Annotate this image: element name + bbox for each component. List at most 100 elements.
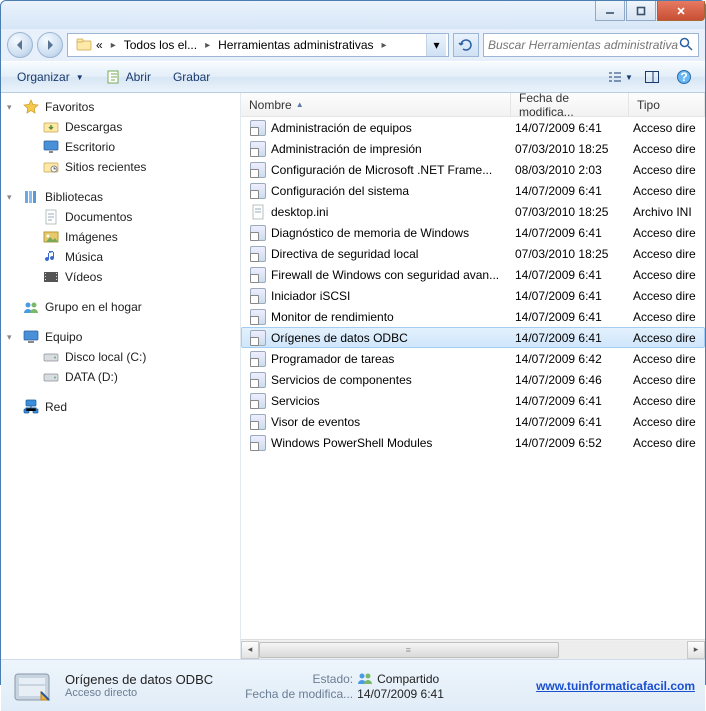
file-row[interactable]: Configuración del sistema14/07/2009 6:41… — [241, 180, 705, 201]
music-icon — [43, 249, 59, 265]
folder-icon — [76, 37, 92, 53]
preview-pane-button[interactable] — [639, 66, 665, 88]
disk-icon — [43, 369, 59, 385]
search-input[interactable] — [488, 38, 678, 52]
nav-favorites[interactable]: ▾Favoritos — [1, 97, 240, 117]
file-row[interactable]: Programador de tareas14/07/2009 6:42Acce… — [241, 348, 705, 369]
burn-button[interactable]: Grabar — [165, 67, 218, 87]
file-row[interactable]: Orígenes de datos ODBC14/07/2009 6:41Acc… — [241, 327, 705, 348]
address-dropdown[interactable]: ▾ — [426, 34, 446, 56]
file-row[interactable]: Directiva de seguridad local07/03/2010 1… — [241, 243, 705, 264]
file-row[interactable]: Administración de impresión07/03/2010 18… — [241, 138, 705, 159]
nav-documents[interactable]: Documentos — [1, 207, 240, 227]
explorer-window: « ▸ Todos los el... ▸ Herramientas admin… — [0, 0, 706, 685]
horizontal-scrollbar[interactable]: ◂ ≡ ▸ — [241, 639, 705, 659]
scroll-right-button[interactable]: ▸ — [687, 641, 705, 659]
file-date: 07/03/2010 18:25 — [515, 205, 633, 219]
column-date[interactable]: Fecha de modifica... — [511, 93, 629, 116]
file-icon — [249, 288, 267, 304]
open-button[interactable]: Abrir — [98, 66, 159, 88]
back-button[interactable] — [7, 32, 33, 58]
nav-desktop[interactable]: Escritorio — [1, 137, 240, 157]
file-type: Acceso dire — [633, 268, 705, 282]
scroll-track[interactable]: ≡ — [259, 641, 687, 659]
collapse-icon: ▾ — [7, 332, 12, 343]
collapse-icon: ▾ — [7, 192, 12, 203]
forward-button[interactable] — [37, 32, 63, 58]
chevron-down-icon: ▼ — [76, 73, 84, 82]
watermark-link[interactable]: www.tuinformaticafacil.com — [536, 679, 695, 693]
file-date: 14/07/2009 6:42 — [515, 352, 633, 366]
video-icon — [43, 269, 59, 285]
refresh-button[interactable] — [453, 33, 479, 57]
file-row[interactable]: Iniciador iSCSI14/07/2009 6:41Acceso dir… — [241, 285, 705, 306]
nav-downloads[interactable]: Descargas — [1, 117, 240, 137]
computer-icon — [23, 329, 39, 345]
file-type: Acceso dire — [633, 352, 705, 366]
organize-menu[interactable]: Organizar▼ — [9, 67, 92, 87]
file-date: 07/03/2010 18:25 — [515, 142, 633, 156]
file-type: Acceso dire — [633, 226, 705, 240]
column-name[interactable]: Nombre▲ — [241, 93, 511, 116]
nav-network[interactable]: Red — [1, 397, 240, 417]
file-row[interactable]: Visor de eventos14/07/2009 6:41Acceso di… — [241, 411, 705, 432]
file-name: Servicios — [271, 394, 515, 408]
nav-homegroup[interactable]: Grupo en el hogar — [1, 297, 240, 317]
file-date: 14/07/2009 6:41 — [515, 226, 633, 240]
file-icon — [249, 435, 267, 451]
file-row[interactable]: Windows PowerShell Modules14/07/2009 6:5… — [241, 432, 705, 453]
breadcrumb-root-hint: « — [96, 38, 103, 52]
file-row[interactable]: Servicios14/07/2009 6:41Acceso dire — [241, 390, 705, 411]
nav-libraries[interactable]: ▾Bibliotecas — [1, 187, 240, 207]
document-icon — [43, 209, 59, 225]
monitor-icon — [43, 139, 59, 155]
nav-drive-d[interactable]: DATA (D:) — [1, 367, 240, 387]
help-button[interactable]: ? — [671, 66, 697, 88]
file-row[interactable]: desktop.ini07/03/2010 18:25Archivo INI — [241, 201, 705, 222]
file-row[interactable]: Monitor de rendimiento14/07/2009 6:41Acc… — [241, 306, 705, 327]
scroll-thumb[interactable]: ≡ — [259, 642, 559, 658]
file-date: 14/07/2009 6:41 — [515, 415, 633, 429]
nav-images[interactable]: Imágenes — [1, 227, 240, 247]
maximize-button[interactable] — [626, 1, 656, 21]
file-name: Directiva de seguridad local — [271, 247, 515, 261]
view-menu[interactable]: ▼ — [607, 66, 633, 88]
nav-music[interactable]: Música — [1, 247, 240, 267]
scroll-left-button[interactable]: ◂ — [241, 641, 259, 659]
file-icon — [249, 183, 267, 199]
file-row[interactable]: Servicios de componentes14/07/2009 6:46A… — [241, 369, 705, 390]
breadcrumb-seg1[interactable]: Todos los el... — [118, 36, 203, 54]
file-row[interactable]: Firewall de Windows con seguridad avan..… — [241, 264, 705, 285]
minimize-button[interactable] — [595, 1, 625, 21]
nav-recent[interactable]: Sitios recientes — [1, 157, 240, 177]
file-date: 14/07/2009 6:41 — [515, 394, 633, 408]
file-name: Orígenes de datos ODBC — [271, 331, 515, 345]
nav-drive-c[interactable]: Disco local (C:) — [1, 347, 240, 367]
disk-icon — [43, 349, 59, 365]
close-button[interactable] — [657, 1, 705, 21]
file-date: 14/07/2009 6:41 — [515, 289, 633, 303]
titlebar — [1, 1, 705, 29]
chevron-right-icon[interactable]: ▸ — [205, 40, 210, 51]
file-date: 14/07/2009 6:41 — [515, 310, 633, 324]
breadcrumb-root[interactable]: « — [70, 35, 109, 55]
file-icon — [249, 141, 267, 157]
file-name: Iniciador iSCSI — [271, 289, 515, 303]
file-row[interactable]: Diagnóstico de memoria de Windows14/07/2… — [241, 222, 705, 243]
breadcrumb-seg2[interactable]: Herramientas administrativas — [212, 36, 379, 54]
file-name: Servicios de componentes — [271, 373, 515, 387]
address-bar[interactable]: « ▸ Todos los el... ▸ Herramientas admin… — [67, 33, 449, 57]
file-type: Acceso dire — [633, 394, 705, 408]
chevron-right-icon[interactable]: ▸ — [382, 40, 387, 51]
file-icon — [249, 393, 267, 409]
file-row[interactable]: Configuración de Microsoft .NET Frame...… — [241, 159, 705, 180]
column-type[interactable]: Tipo — [629, 93, 705, 116]
search-icon[interactable] — [678, 36, 694, 55]
file-icon — [249, 330, 267, 346]
file-row[interactable]: Administración de equipos14/07/2009 6:41… — [241, 117, 705, 138]
nav-videos[interactable]: Vídeos — [1, 267, 240, 287]
nav-computer[interactable]: ▾Equipo — [1, 327, 240, 347]
chevron-right-icon[interactable]: ▸ — [111, 40, 116, 51]
search-box[interactable] — [483, 33, 699, 57]
file-icon — [249, 372, 267, 388]
